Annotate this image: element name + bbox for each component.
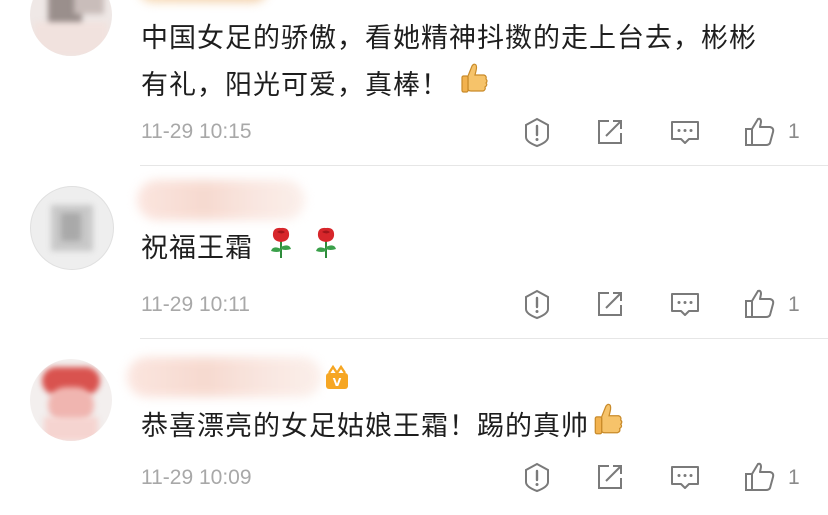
rose-emoji	[312, 225, 340, 274]
report-icon	[525, 462, 549, 493]
comment-text-line: 有礼，阳光可爱，真棒！	[141, 70, 449, 101]
reply-button[interactable]	[668, 287, 702, 321]
comment-text: 祝福王霜	[141, 225, 340, 274]
username-blurred[interactable]	[137, 180, 305, 220]
report-button[interactable]	[520, 460, 554, 494]
report-icon	[525, 117, 549, 148]
report-button[interactable]	[520, 115, 554, 149]
reply-button[interactable]	[668, 115, 702, 149]
comment-item: 中国女足的骄傲，看她精神抖擞的走上台去，彬彬 有礼，阳光可爱，真棒！ 11-29…	[0, 0, 828, 166]
like-icon	[745, 289, 775, 318]
comment-actions	[515, 287, 815, 321]
repost-button[interactable]	[593, 115, 627, 149]
like-icon	[745, 462, 775, 491]
comment-actions	[515, 115, 815, 149]
vip-badge-icon: V	[324, 364, 350, 391]
comment-item: 祝福王霜 11-29 10:11 1	[0, 166, 828, 339]
rose-emoji	[267, 225, 295, 274]
username-blurred[interactable]	[138, 0, 268, 2]
like-count: 1	[788, 120, 800, 143]
like-button[interactable]	[743, 115, 777, 149]
comment-text: 恭喜漂亮的女足姑娘王霜！踢的真帅	[141, 402, 625, 453]
report-icon	[525, 289, 549, 320]
comment-text-line: 中国女足的骄傲，看她精神抖擞的走上台去，彬彬	[141, 23, 757, 54]
thumbs-up-emoji	[459, 62, 489, 111]
comment-actions	[515, 460, 815, 494]
username-blurred[interactable]	[127, 357, 322, 397]
repost-button[interactable]	[593, 460, 627, 494]
svg-text:V: V	[333, 376, 342, 389]
like-icon	[745, 117, 775, 146]
reply-icon	[671, 293, 699, 316]
report-button[interactable]	[520, 287, 554, 321]
thumbs-up-emoji	[591, 402, 625, 453]
like-count: 1	[788, 466, 800, 489]
repost-icon	[598, 465, 622, 489]
like-count: 1	[788, 293, 800, 316]
avatar[interactable]	[30, 186, 114, 270]
comment-text: 中国女足的骄傲，看她精神抖擞的走上台去，彬彬 有礼，阳光可爱，真棒！	[141, 16, 757, 111]
comment-time: 11-29 10:15	[141, 120, 252, 143]
repost-icon	[598, 120, 622, 144]
reply-icon	[671, 466, 699, 489]
comment-time: 11-29 10:11	[141, 293, 250, 316]
reply-icon	[671, 121, 699, 144]
avatar[interactable]	[30, 359, 112, 441]
like-button[interactable]	[743, 287, 777, 321]
reply-button[interactable]	[668, 460, 702, 494]
comment-text-line: 恭喜漂亮的女足姑娘王霜！踢的真帅	[141, 411, 589, 442]
comment-item: V 恭喜漂亮的女足姑娘王霜！踢的真帅 11-29 10:09 1	[0, 339, 828, 515]
repost-icon	[598, 292, 622, 316]
comment-text-line: 祝福王霜	[141, 233, 253, 264]
comment-time: 11-29 10:09	[141, 466, 252, 489]
avatar[interactable]	[30, 0, 112, 56]
repost-button[interactable]	[593, 287, 627, 321]
like-button[interactable]	[743, 460, 777, 494]
